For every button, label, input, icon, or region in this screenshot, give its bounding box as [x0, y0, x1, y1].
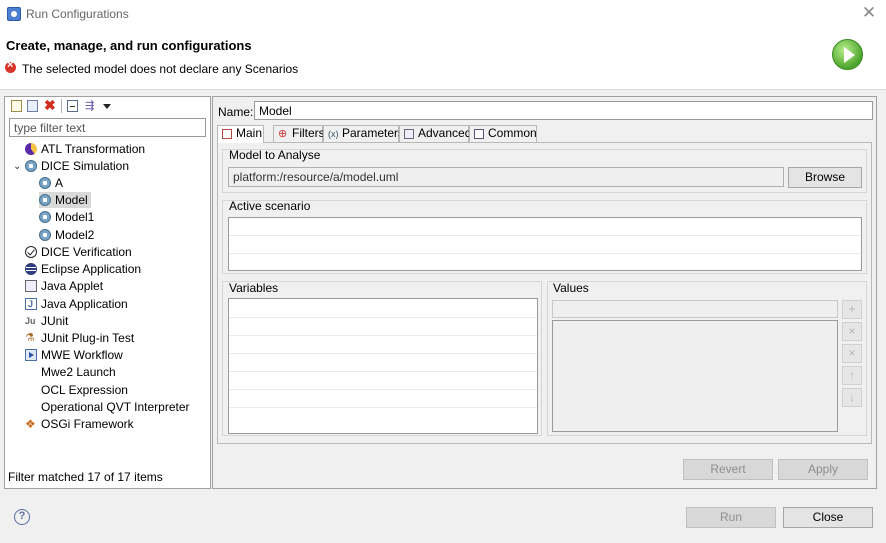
dice-config-icon [39, 194, 51, 206]
close-button[interactable]: Close [783, 507, 873, 528]
model-section-label: Model to Analyse [229, 148, 321, 162]
header-title: Create, manage, and run configurations [6, 38, 252, 53]
filters-tab-icon: ⊕ [278, 128, 288, 140]
duplicate-icon[interactable] [27, 100, 38, 112]
advanced-tab-icon [404, 129, 414, 139]
remove-all-icon[interactable]: × [842, 344, 862, 363]
delete-icon[interactable]: ✖ [44, 98, 56, 112]
dice-config-icon [39, 211, 51, 223]
scenario-list[interactable] [228, 217, 862, 271]
eclipse-app-icon [7, 7, 21, 21]
error-message: The selected model does not declare any … [22, 62, 299, 76]
values-list[interactable] [552, 320, 838, 432]
plugin-test-icon: ⚗ [25, 332, 35, 344]
help-icon[interactable]: ? [14, 509, 30, 525]
move-down-icon[interactable]: ↓ [842, 388, 862, 407]
dialog-header: Create, manage, and run configurations T… [0, 28, 886, 90]
java-app-icon [25, 296, 37, 312]
dice-config-icon [39, 229, 51, 241]
value-input[interactable] [552, 300, 838, 318]
collapse-all-icon[interactable] [67, 100, 78, 112]
dropdown-arrow-icon[interactable] [103, 104, 111, 109]
window-title: Run Configurations [26, 7, 129, 21]
osgi-icon: ❖ [25, 417, 36, 431]
name-input[interactable] [254, 101, 873, 120]
main-tab-icon [222, 129, 232, 139]
tab-main[interactable]: Main [217, 125, 264, 143]
add-value-icon[interactable]: + [842, 300, 862, 319]
config-editor-panel: Name: Main ⊕ Filters (x) Parameters Adva… [212, 96, 877, 489]
tree-item-model[interactable]: Model [39, 192, 91, 208]
run-launch-icon [832, 39, 863, 70]
apply-button[interactable]: Apply [778, 459, 868, 480]
eclipse-icon [25, 263, 37, 275]
values-label: Values [553, 281, 589, 295]
tab-parameters[interactable]: (x) Parameters [323, 125, 404, 142]
close-icon[interactable]: ✕ [860, 3, 878, 23]
model-path-input[interactable] [228, 167, 784, 187]
new-config-icon[interactable] [11, 100, 22, 112]
variables-list[interactable] [228, 298, 538, 434]
move-up-icon[interactable]: ↑ [842, 366, 862, 385]
mwe-icon [25, 349, 37, 361]
browse-button[interactable]: Browse [788, 167, 862, 188]
toolbar-separator [61, 99, 62, 113]
common-tab-icon [474, 129, 484, 139]
atl-icon [25, 143, 37, 155]
tab-strip: Main ⊕ Filters (x) Parameters Advanced C… [217, 125, 872, 143]
filter-input[interactable] [9, 118, 206, 137]
remove-value-icon[interactable]: × [842, 322, 862, 341]
title-bar: Run Configurations ✕ [0, 0, 886, 28]
filter-status: Filter matched 17 of 17 items [8, 470, 163, 484]
junit-icon: Ju [25, 316, 36, 326]
scenario-section-label: Active scenario [229, 199, 311, 213]
tab-common[interactable]: Common [469, 125, 537, 142]
filter-icon[interactable]: ⇶ [85, 100, 99, 112]
main-tab-content: Model to Analyse Browse Active scenario … [217, 142, 872, 444]
error-icon [5, 59, 16, 73]
dice-simulation-icon [25, 160, 37, 172]
variables-label: Variables [229, 281, 279, 295]
applet-icon [25, 280, 37, 292]
name-label: Name: [218, 105, 254, 119]
run-button[interactable]: Run [686, 507, 776, 528]
check-circle-icon [25, 246, 37, 258]
tab-filters[interactable]: ⊕ Filters [273, 125, 325, 142]
revert-button[interactable]: Revert [683, 459, 773, 480]
config-tree-panel: ✖ ⇶ ATL Transformation ⌄ DICE Simulation… [4, 96, 211, 489]
parameters-tab-icon: (x) [328, 129, 339, 139]
chevron-down-icon[interactable]: ⌄ [13, 161, 21, 172]
tab-advanced[interactable]: Advanced [399, 125, 471, 142]
dice-config-icon [39, 177, 51, 189]
